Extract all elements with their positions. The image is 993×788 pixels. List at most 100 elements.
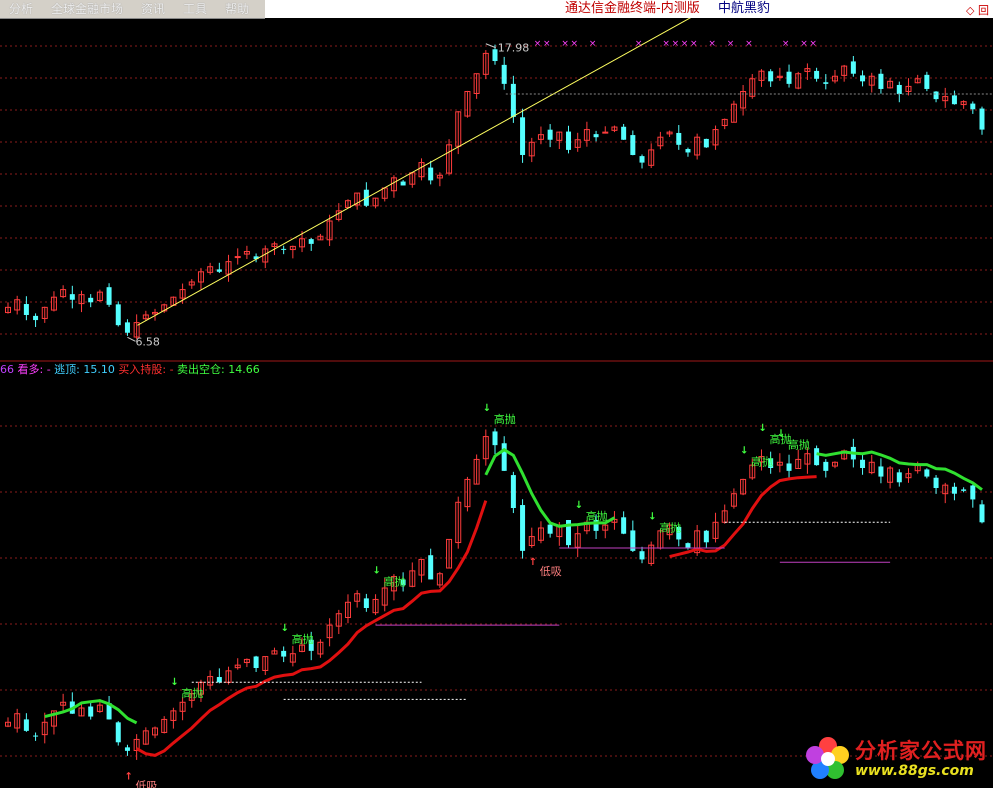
- legend-taoding: 逃顶: 15.10: [54, 363, 115, 376]
- indicator-candle-down: [951, 486, 957, 494]
- buy-arrow-icon: ↑: [124, 771, 132, 782]
- gaopao-label: 高抛: [292, 632, 314, 646]
- gaopao-label: 高抛: [788, 438, 810, 452]
- indicator-candle-down: [115, 722, 121, 743]
- watermark: 分析家公式网 www.88gs.com: [805, 736, 987, 782]
- menu-item-analysis[interactable]: 分析: [0, 0, 42, 18]
- sell-arrow-icon: ↓: [170, 677, 178, 688]
- buy-arrow-icon: ↑: [529, 557, 537, 568]
- main-candle-down: [768, 71, 774, 82]
- top-marker: ×: [589, 39, 597, 49]
- main-candle-down: [685, 149, 691, 153]
- main-candle-down: [566, 131, 572, 150]
- indicator-candle-down: [23, 719, 29, 731]
- dixi-label: 低吸: [135, 779, 157, 788]
- legend-maichu: 卖出空仓: 14.66: [177, 363, 260, 376]
- indicator-candle-down: [786, 463, 792, 471]
- menu-item-tools[interactable]: 工具: [174, 0, 216, 18]
- top-marker: ×: [543, 39, 551, 49]
- indicator-candle-down: [970, 485, 976, 500]
- indicator-candle-down: [961, 489, 967, 491]
- stock-name[interactable]: 中航黑豹: [718, 0, 770, 18]
- main-candle-down: [428, 167, 434, 181]
- app-title: 通达信金融终端-内测版: [565, 1, 700, 16]
- low-pointer: [127, 336, 136, 342]
- gaopao-label: 高抛: [751, 455, 773, 469]
- main-candle-down: [400, 181, 406, 186]
- main-candle-down: [88, 297, 94, 303]
- main-candle-down: [924, 74, 930, 89]
- watermark-url: www.88gs.com: [855, 763, 974, 779]
- indicator-candle-down: [878, 466, 884, 477]
- gaopao-label: 高抛: [181, 686, 203, 700]
- main-candle-down: [281, 248, 287, 250]
- main-candle-down: [979, 108, 985, 130]
- sell-arrow-icon: ↓: [758, 423, 766, 434]
- indicator-legend: 66 看多: - 逃顶: 15.10 买入持股: - 卖出空仓: 14.66: [0, 363, 260, 377]
- main-candle-down: [501, 64, 507, 84]
- top-marker: ×: [727, 39, 735, 49]
- main-candle-down: [639, 156, 645, 163]
- main-candle-down: [860, 75, 866, 82]
- high-pointer: [485, 43, 496, 49]
- indicator-candle-down: [88, 706, 94, 717]
- indicator-candle-down: [124, 747, 130, 751]
- watermark-name: 分析家公式网: [855, 739, 987, 763]
- top-marker: ×: [672, 39, 680, 49]
- indicator-candle-down: [216, 677, 222, 683]
- main-candle-down: [786, 71, 792, 84]
- sell-arrow-icon: ↓: [483, 403, 491, 414]
- main-candle-down: [593, 134, 599, 138]
- indicator-candle-down: [492, 431, 498, 446]
- indicator-candle-down: [501, 443, 507, 471]
- main-candle-down: [703, 138, 709, 148]
- main-candle-down: [823, 82, 829, 84]
- indicator-candle-down: [933, 477, 939, 488]
- indicator-candle-down: [860, 459, 866, 468]
- top-marker: ×: [681, 39, 689, 49]
- menu-item-global-markets[interactable]: 全球金融市场: [42, 0, 132, 18]
- top-marker: ×: [745, 39, 753, 49]
- indicator-candle-down: [896, 472, 902, 483]
- indicator-candle-down: [363, 598, 369, 608]
- top-marker: ×: [662, 39, 670, 49]
- main-candle-down: [308, 239, 314, 244]
- menu-item-news[interactable]: 资讯: [132, 0, 174, 18]
- chart-canvas[interactable]: 17.986.58× × × × × × × × × × × × × × × ×↓高抛↓高抛↓高抛↓高抛↓高抛…: [0, 18, 993, 788]
- main-candle-up: [234, 256, 241, 259]
- indicator-candle-down: [520, 505, 526, 551]
- main-candle-down: [814, 70, 820, 79]
- legend-mairu: 买入持股: -: [118, 363, 174, 376]
- sell-arrow-icon: ↓: [648, 511, 656, 522]
- indicator-candle-down: [685, 543, 691, 548]
- main-candle-down: [878, 73, 884, 89]
- sell-arrow-icon: ↓: [575, 500, 583, 511]
- indicator-candle-down: [814, 448, 820, 466]
- main-candle-down: [951, 95, 957, 105]
- top-marker: ×: [561, 39, 569, 49]
- top-marker: ×: [708, 39, 716, 49]
- menu-bar: 分析 全球金融市场 资讯 工具 帮助: [0, 0, 265, 19]
- main-candle-down: [621, 126, 627, 140]
- flower-logo-icon: [806, 737, 849, 779]
- indicator-candle-down: [823, 461, 829, 471]
- indicator-candle-down: [253, 656, 259, 668]
- title-bar: 通达信金融终端-内测版 中航黑豹 ◇ 回: [265, 0, 993, 18]
- main-candle-down: [492, 49, 498, 62]
- top-marker: ×: [800, 39, 808, 49]
- top-marker: ×: [809, 39, 817, 49]
- menu-item-help[interactable]: 帮助: [216, 0, 258, 18]
- gaopao-label: 高抛: [586, 509, 608, 523]
- indicator-candle-down: [703, 530, 709, 543]
- main-candle-down: [510, 83, 516, 117]
- main-candle-down: [520, 117, 526, 155]
- top-marker: ×: [782, 39, 790, 49]
- sell-arrow-icon: ↓: [777, 429, 785, 440]
- buy-trend-line: [135, 500, 488, 757]
- main-candle-down: [547, 129, 553, 140]
- indicator-candle-down: [621, 517, 627, 534]
- main-candle-down: [933, 91, 939, 100]
- window-controls[interactable]: ◇ 回: [966, 2, 989, 18]
- indicator-candle-down: [924, 469, 930, 477]
- low-price-label: 6.58: [135, 335, 160, 348]
